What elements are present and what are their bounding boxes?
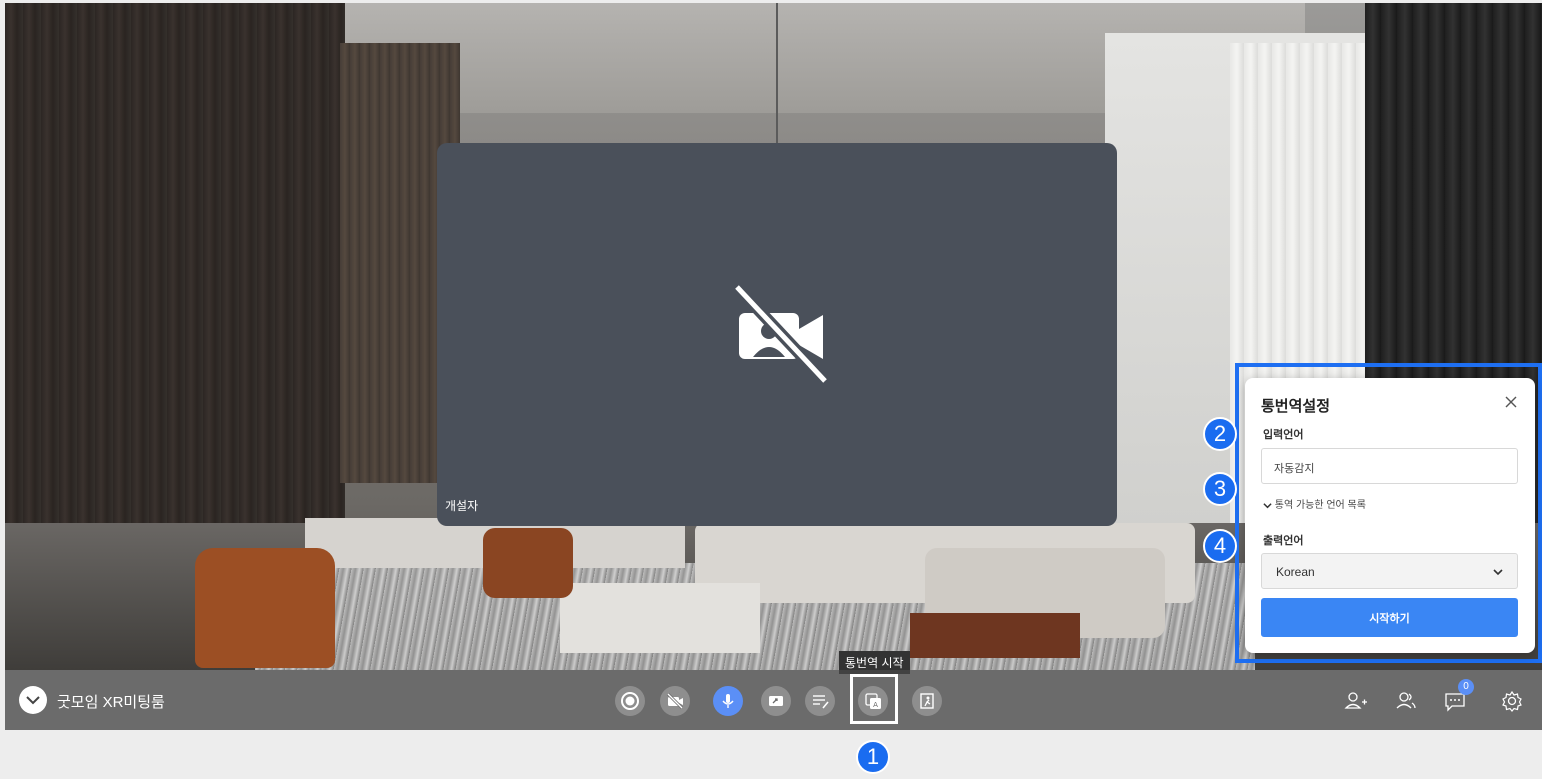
callout-1: 1: [856, 740, 890, 774]
participants-button[interactable]: [1393, 688, 1419, 714]
screen-share-icon: [769, 696, 783, 706]
panel-title: 통번역설정: [1261, 398, 1331, 415]
input-language-label: 입력언어: [1263, 429, 1304, 441]
output-language-value: Korean: [1276, 565, 1315, 579]
meeting-screen: 개설자 통번역 시작 굿모임 XR미팅룸 A 0 1 통번역설정 입력언어 자동…: [0, 0, 1542, 779]
record-icon: [621, 692, 639, 710]
output-language-label: 출력언어: [1263, 535, 1304, 547]
callout-4: 4: [1203, 529, 1237, 563]
whiteboard-icon: [813, 695, 829, 709]
language-list-toggle-label: 통역 가능한 언어 목록: [1274, 500, 1366, 511]
callout-3: 3: [1203, 472, 1237, 506]
meeting-toolbar: 굿모임 XR미팅룸 A 0: [5, 670, 1542, 730]
room-side-table: [910, 613, 1080, 658]
room-title: 굿모임 XR미팅룸: [57, 694, 165, 711]
language-list-toggle[interactable]: 통역 가능한 언어 목록: [1263, 496, 1366, 511]
screen-share-button[interactable]: [761, 686, 791, 716]
room-coffee-table: [560, 583, 760, 653]
leave-button[interactable]: [912, 686, 942, 716]
close-icon[interactable]: [1503, 394, 1519, 410]
participants-icon: [1396, 692, 1416, 709]
room-collapse-button[interactable]: [19, 686, 47, 714]
invite-user-icon: [1344, 692, 1367, 709]
start-interpretation-button[interactable]: 시작하기: [1261, 598, 1518, 637]
output-language-select[interactable]: Korean: [1261, 553, 1518, 589]
camera-off-icon: [732, 282, 830, 386]
mic-button[interactable]: [713, 686, 743, 716]
chevron-down-icon: [26, 696, 40, 705]
exit-icon: [920, 693, 934, 709]
room-lounge-chair: [195, 548, 335, 668]
room-lounge-chair-small: [483, 528, 573, 598]
microphone-icon: [722, 694, 734, 708]
chevron-down-icon: [1493, 569, 1503, 576]
callout-2: 2: [1203, 417, 1237, 451]
host-label: 개설자: [445, 499, 479, 513]
chat-button[interactable]: 0: [1442, 679, 1474, 714]
chevron-down-icon: [1263, 503, 1272, 509]
record-button[interactable]: [615, 686, 645, 716]
settings-button[interactable]: [1499, 688, 1525, 714]
room-pendant-lamp: [776, 3, 778, 143]
interpretation-button-highlight: [850, 674, 898, 724]
interpretation-settings-panel: 통번역설정 입력언어 자동감지 통역 가능한 언어 목록 출력언어 Korean…: [1245, 378, 1535, 653]
camera-toggle-button[interactable]: [660, 686, 690, 716]
gear-icon: [1502, 690, 1522, 712]
chat-unread-badge: 0: [1458, 679, 1474, 695]
participant-video-tile[interactable]: 개설자: [437, 143, 1117, 526]
camera-off-icon: [666, 692, 684, 710]
whiteboard-button[interactable]: [805, 686, 835, 716]
invite-user-button[interactable]: [1343, 688, 1369, 714]
input-language-field[interactable]: 자동감지: [1261, 448, 1518, 484]
